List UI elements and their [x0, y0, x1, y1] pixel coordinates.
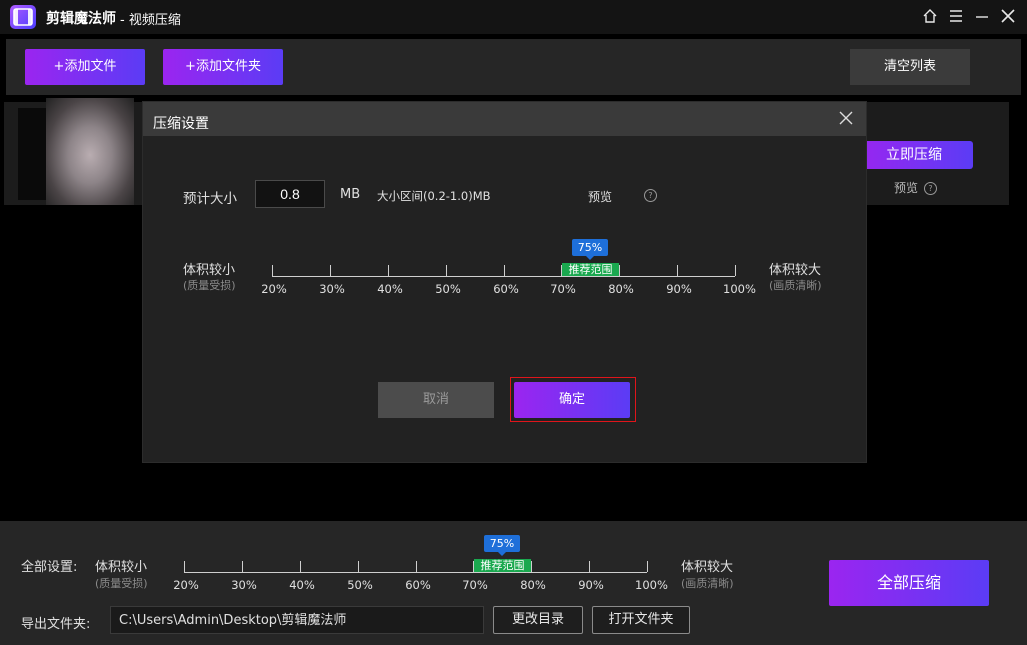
bottom-slider-tick-label: 100% [635, 578, 668, 592]
dialog-slider-tick [504, 265, 505, 276]
bottom-slider-recommended-range: 推荐范围 [474, 559, 531, 572]
dialog-slider-tick-label: 40% [377, 282, 403, 296]
dialog-slider-right-sublabel: (画质清晰) [769, 279, 822, 292]
help-icon[interactable]: ? [924, 182, 938, 195]
app-title: 剪辑魔法师 [46, 11, 116, 27]
dialog-slider-left-label: 体积较小 [183, 263, 236, 278]
bottom-slider-tick [416, 561, 417, 572]
dialog-preview-label[interactable]: 预览 [588, 188, 612, 205]
dialog-slider-tick [619, 265, 620, 276]
add-file-button[interactable]: +添加文件 [25, 49, 145, 85]
close-icon[interactable] [998, 6, 1018, 26]
dialog-slider-tick [272, 265, 273, 276]
ok-button[interactable]: 确定 [514, 382, 630, 418]
all-settings-label: 全部设置: [21, 560, 78, 575]
dialog-header [143, 102, 866, 136]
dialog-slider-tick [446, 265, 447, 276]
change-directory-button[interactable]: 更改目录 [493, 606, 583, 634]
dialog-slider-tick-label: 30% [319, 282, 345, 296]
cancel-button[interactable]: 取消 [378, 382, 494, 418]
dialog-slider-recommended-range: 推荐范围 [562, 263, 619, 276]
dialog-slider-tick [330, 265, 331, 276]
bottom-slider-tick [589, 561, 590, 572]
dialog-slider-track[interactable] [272, 276, 735, 277]
export-path-field[interactable]: C:\Users\Admin\Desktop\剪辑魔法师 [110, 606, 484, 634]
dialog-slider-tick-label: 50% [435, 282, 461, 296]
bottom-slider-tick-label: 40% [289, 578, 315, 592]
bottom-slider-tick [242, 561, 243, 572]
bottom-slider-tick [531, 561, 532, 572]
dialog-slider-tick [388, 265, 389, 276]
bottom-slider-tick-label: 80% [520, 578, 546, 592]
bottom-slider-track[interactable] [184, 572, 647, 573]
estimated-size-input[interactable] [255, 180, 325, 208]
size-range-text: 大小区间(0.2-1.0)MB [377, 189, 491, 203]
bottom-slider-tick-label: 50% [347, 578, 373, 592]
bottom-slider-value-pointer [498, 552, 506, 556]
dialog-slider-left-sublabel: (质量受损) [183, 279, 236, 292]
video-thumbnail [46, 98, 134, 212]
dialog-slider-tick-label: 70% [550, 282, 576, 296]
compress-now-button[interactable]: 立即压缩 [855, 141, 973, 169]
bottom-slider-right-label: 体积较大 [681, 560, 734, 575]
bottom-slider-tick [358, 561, 359, 572]
bottom-slider-tick-label: 70% [462, 578, 488, 592]
menu-icon[interactable] [946, 6, 966, 26]
dialog-close-icon[interactable] [836, 108, 856, 128]
bottom-slider-tick [647, 561, 648, 572]
dialog-slider-tick [677, 265, 678, 276]
app-logo-icon [10, 5, 36, 29]
bottom-slider-tick-label: 60% [405, 578, 431, 592]
dialog-slider-tick-label: 80% [608, 282, 634, 296]
dialog-slider-tick-label: 60% [493, 282, 519, 296]
compress-all-button[interactable]: 全部压缩 [829, 560, 989, 606]
estimated-size-label: 预计大小 [183, 191, 237, 207]
add-folder-button[interactable]: +添加文件夹 [163, 49, 283, 85]
dialog-slider-tick-label: 90% [666, 282, 692, 296]
dialog-slider-tick-label: 100% [723, 282, 756, 296]
dialog-help-glyph: ? [644, 189, 657, 202]
dialog-slider-tick-label: 20% [261, 282, 287, 296]
bottom-slider-tick-label: 90% [578, 578, 604, 592]
dialog-slider-right-label: 体积较大 [769, 263, 822, 278]
bottom-slider-tick-label: 20% [173, 578, 199, 592]
dialog-help-icon[interactable]: ? [644, 188, 657, 203]
bottom-slider-tick [184, 561, 185, 572]
home-icon[interactable] [920, 6, 940, 26]
bottom-slider-tick [300, 561, 301, 572]
clear-list-button[interactable]: 清空列表 [850, 49, 970, 85]
bottom-slider-left-sublabel: (质量受损) [95, 577, 148, 590]
bottom-slider-left-label: 体积较小 [95, 560, 148, 575]
dialog-slider-value-pointer [586, 256, 594, 260]
window-subtitle: - 视频压缩 [120, 13, 181, 28]
bottom-slider-tick-label: 30% [231, 578, 257, 592]
export-folder-label: 导出文件夹: [21, 617, 91, 632]
minimize-icon[interactable] [972, 6, 992, 26]
bottom-slider-value-badge[interactable]: 75% [484, 535, 520, 552]
size-unit: MB [340, 187, 361, 202]
dialog-slider-tick [735, 265, 736, 276]
bottom-slider-right-sublabel: (画质清晰) [681, 577, 734, 590]
row-preview-link[interactable]: 预览? [894, 179, 938, 196]
dialog-slider-value-badge[interactable]: 75% [572, 239, 608, 256]
open-folder-button[interactable]: 打开文件夹 [592, 606, 690, 634]
dialog-title: 压缩设置 [153, 116, 209, 132]
row-preview-label: 预览 [894, 181, 919, 195]
